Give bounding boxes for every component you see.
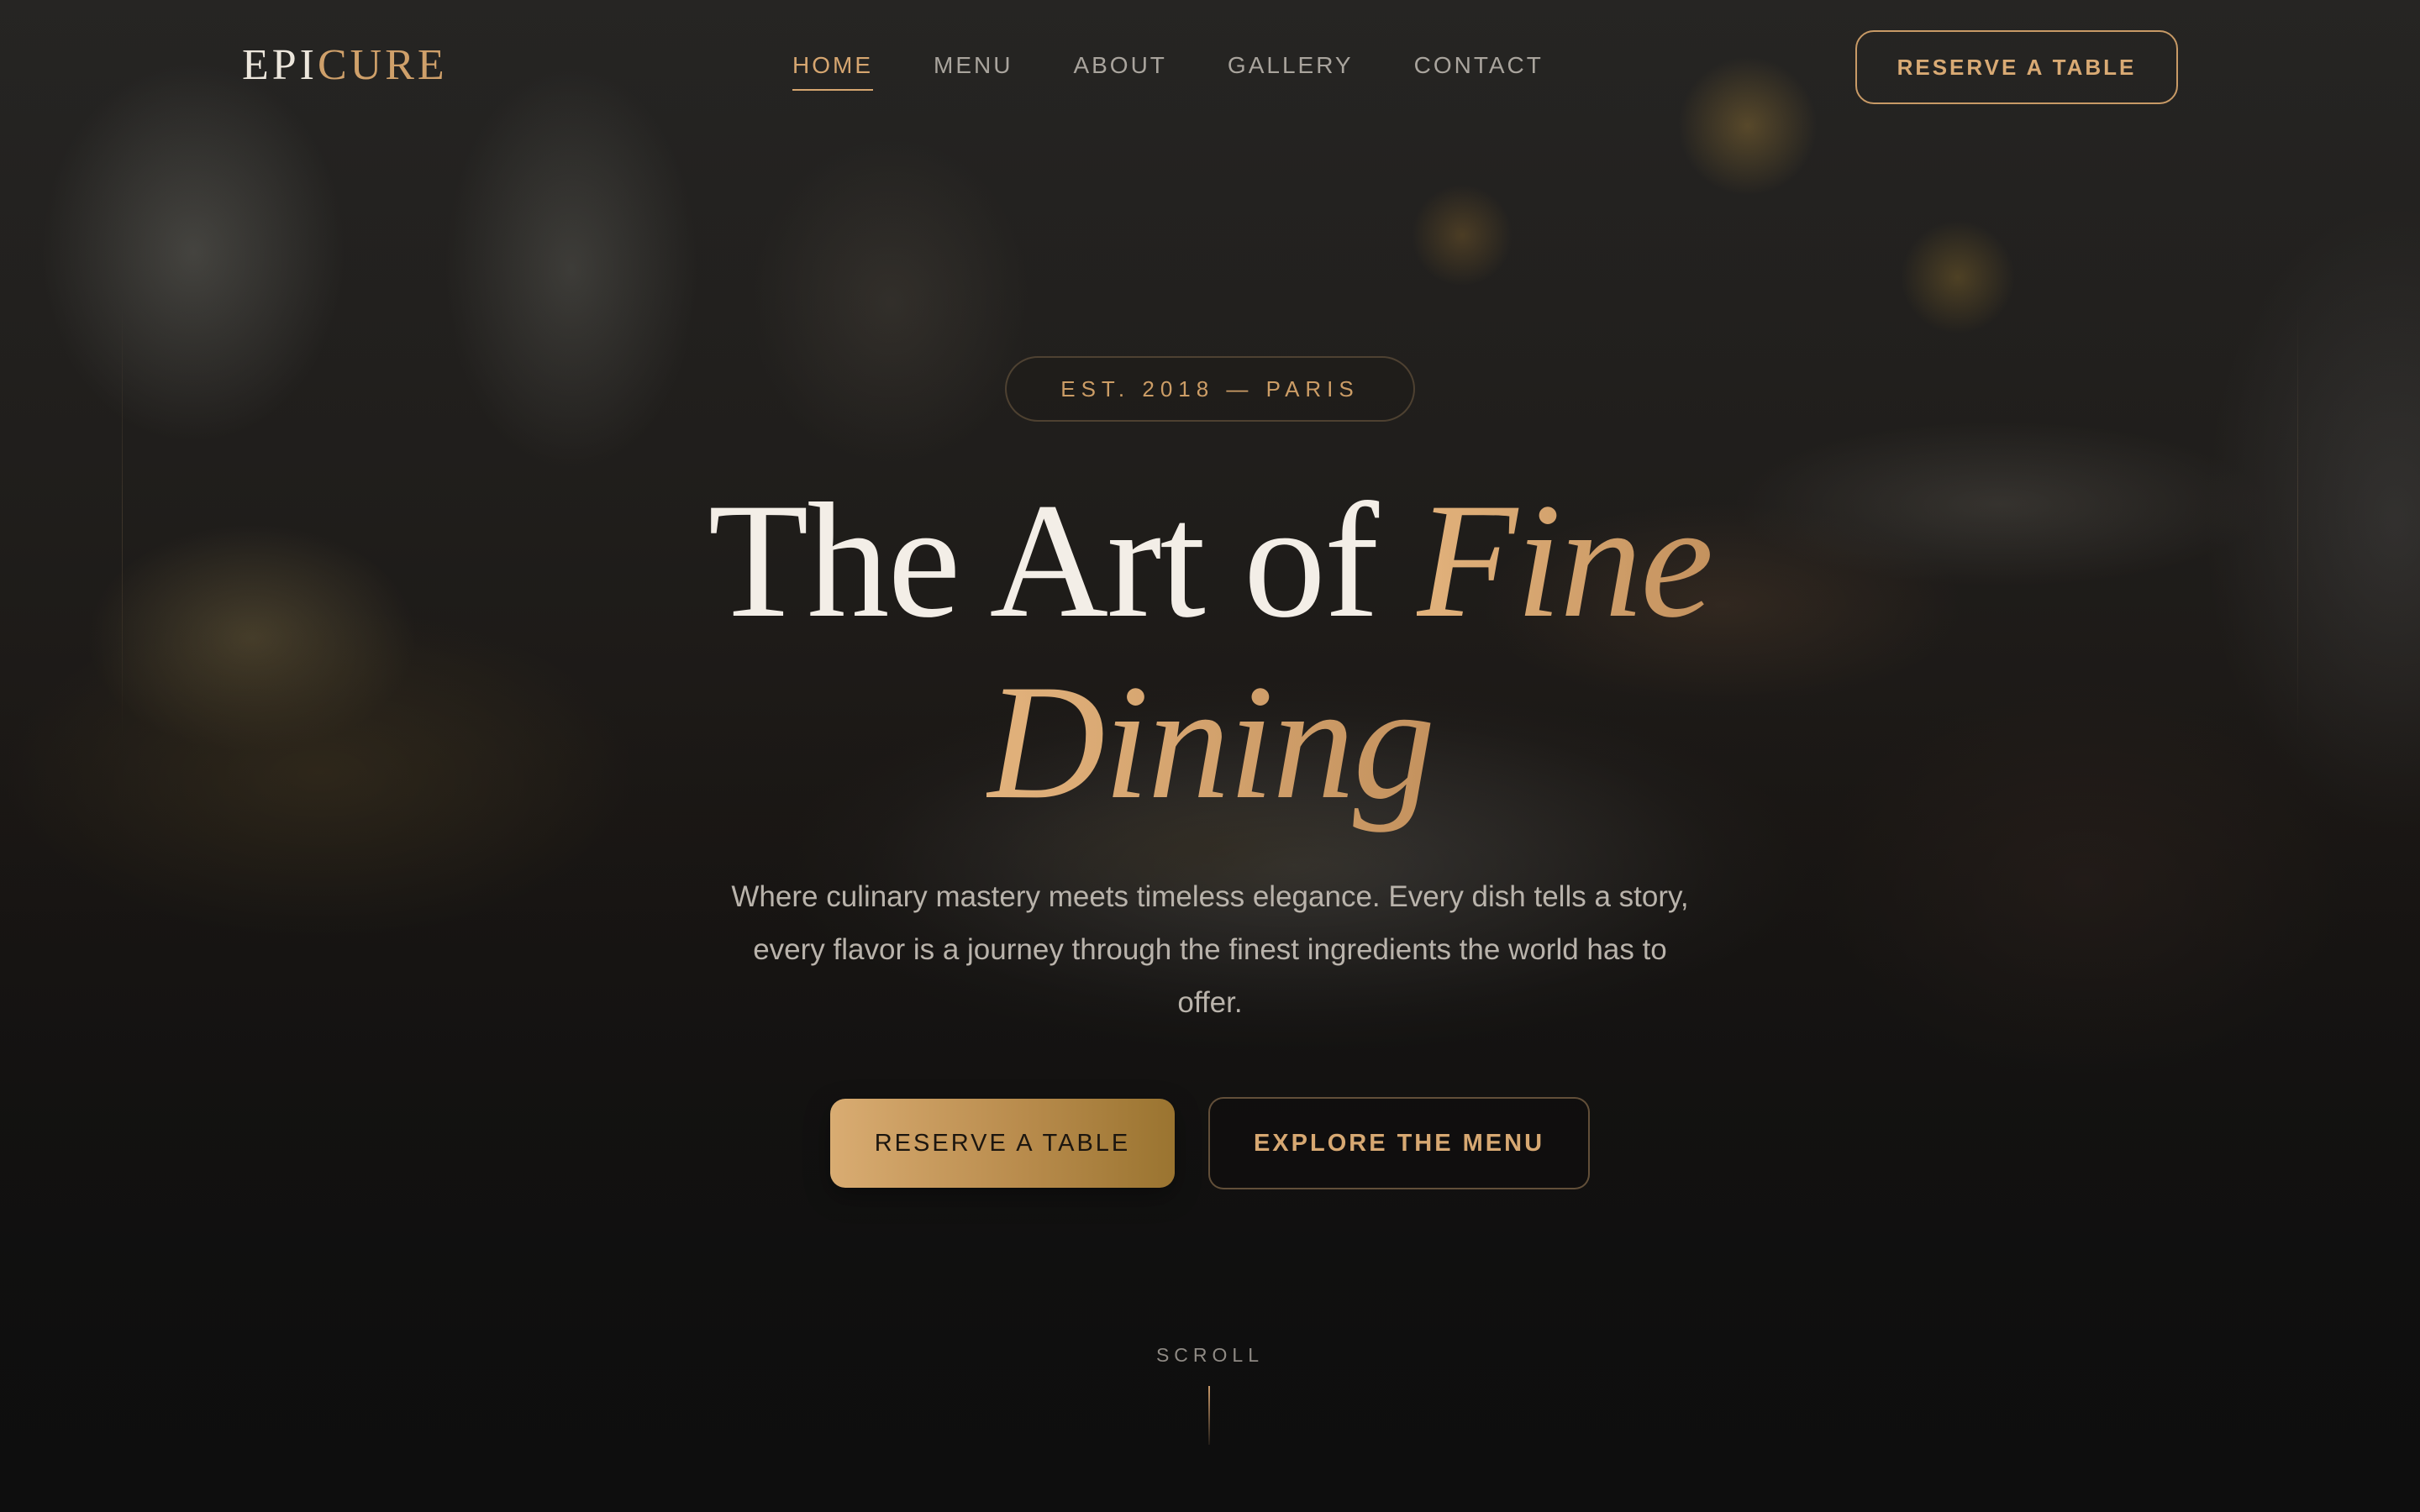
nav-link-home[interactable]: HOME: [792, 50, 873, 91]
nav-link-contact[interactable]: CONTACT: [1414, 50, 1544, 81]
logo-text-part1: EPI: [242, 41, 318, 89]
hero-section: EPICURE HOME MENU ABOUT GALLERY CONTACT …: [0, 0, 2420, 1512]
scroll-indicator-label[interactable]: SCROLL: [1126, 1344, 1294, 1367]
nav-links: HOME MENU ABOUT GALLERY CONTACT: [792, 50, 1604, 91]
established-badge: EST. 2018 — PARIS: [1005, 356, 1415, 422]
logo-text-part2: CURE: [318, 41, 448, 89]
nav-reserve-button[interactable]: RESERVE A TABLE: [1855, 30, 2178, 104]
nav-link-menu[interactable]: MENU: [934, 50, 1013, 81]
top-navigation: EPICURE HOME MENU ABOUT GALLERY CONTACT …: [0, 0, 2420, 131]
headline-plain-text: The Art of: [708, 470, 1418, 652]
headline-accent-dining: Dining: [986, 651, 1435, 833]
headline-accent-fine: Fine: [1417, 470, 1713, 652]
hero-headline: The Art of Fine Dining: [538, 470, 1882, 833]
decorative-line-left: [122, 302, 123, 739]
brand-logo[interactable]: EPICURE: [242, 39, 448, 92]
nav-link-gallery[interactable]: GALLERY: [1228, 50, 1354, 81]
decorative-line-right: [2297, 302, 2298, 739]
explore-menu-button[interactable]: EXPLORE THE MENU: [1208, 1097, 1590, 1189]
nav-link-about[interactable]: ABOUT: [1073, 50, 1166, 81]
hero-description: Where culinary mastery meets timeless el…: [731, 880, 1689, 1019]
scroll-indicator-line: [1208, 1386, 1210, 1445]
reserve-table-button[interactable]: RESERVE A TABLE: [830, 1099, 1175, 1188]
